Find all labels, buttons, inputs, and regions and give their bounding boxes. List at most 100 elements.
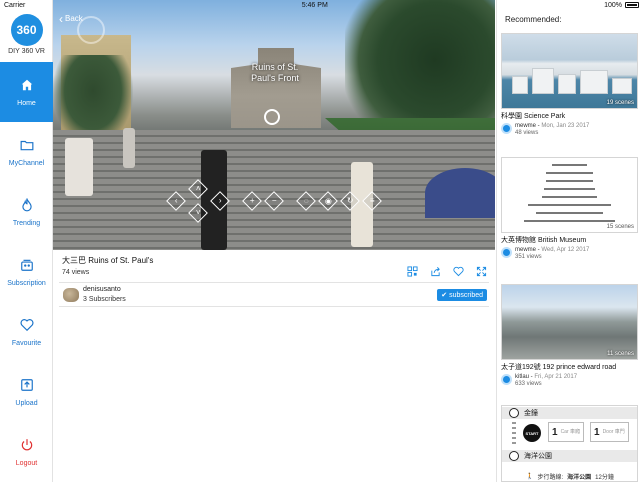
station-row: 海洋公園 [502, 450, 637, 462]
recommended-card[interactable]: 15 scenes 大英博物館 British Museum mewme - W… [501, 157, 638, 261]
qr-code-icon[interactable] [407, 266, 418, 277]
sidebar-item-mychannel[interactable]: MyChannel [0, 122, 53, 182]
thumb-text-line [552, 164, 587, 166]
scene-count: 15 scenes [606, 224, 634, 230]
author-name: mewme [515, 247, 537, 253]
chevron-left-icon: ‹ [59, 11, 63, 26]
card-title: 太子道192號 192 prince edward road [501, 364, 617, 371]
refresh-icon: ↻ [346, 195, 354, 205]
car-label: Car 車廂 [560, 429, 581, 435]
sidebar-item-subscription[interactable]: Subscription [0, 242, 53, 302]
card-date: Wed, Apr 12 2017 [541, 247, 590, 253]
scene-count: 19 scenes [606, 100, 634, 106]
station-circle-icon [509, 408, 519, 418]
hotspot-marker[interactable] [264, 109, 280, 125]
thumb-text-line [524, 220, 615, 222]
comment-icon: ◌ [303, 195, 309, 205]
thumb-building [512, 76, 528, 94]
station-row: 金鐘 [502, 407, 637, 419]
app-logo: 360 [10, 14, 43, 46]
walk-label: 步行路線: [537, 475, 564, 481]
station-name: 海洋公園 [524, 453, 552, 460]
author-avatar [501, 123, 512, 134]
walk-destination: 海洋公園 [567, 475, 592, 481]
subscribe-button[interactable]: ✔ subscribed [437, 289, 487, 301]
video-actions [407, 266, 487, 277]
route-dots [512, 422, 516, 444]
card-date: Fri, Apr 21 2017 [534, 374, 578, 380]
battery-status: 100% [604, 2, 639, 9]
video-title: 大三巴 Ruins of St. Paul's [62, 256, 154, 265]
sidebar-item-trending[interactable]: Trending [0, 182, 53, 242]
battery-percent: 100% [604, 1, 622, 9]
chevron-left-icon: ‹ [174, 195, 178, 205]
minus-icon: − [271, 195, 277, 205]
card-views: 633 views [515, 381, 542, 387]
sidebar-item-label: MyChannel [8, 159, 45, 167]
author-name: kitlau [515, 374, 530, 380]
divider [59, 306, 489, 307]
subscription-icon [20, 259, 33, 271]
thumb-building [532, 68, 554, 94]
thumb-text-line [536, 212, 603, 214]
sidebar-item-label: Home [17, 99, 36, 107]
walk-route: 🚶 步行路線: 海洋公園 12分鐘 [526, 472, 614, 481]
card-meta: mewme - Wed, Apr 12 2017 351 views [501, 247, 638, 261]
recommended-panel: Recommended: 19 scenes 科學園 Science Park … [496, 0, 643, 482]
door-label: Door 車門 [602, 429, 625, 435]
clock: 5:46 PM [301, 1, 328, 9]
share-icon[interactable] [430, 266, 441, 277]
chevron-down-icon: ˅ [195, 207, 201, 217]
card-title: 科學園 Science Park [501, 113, 566, 120]
recommended-card[interactable]: 11 scenes 太子道192號 192 prince edward road… [501, 284, 638, 388]
thumbnail: 19 scenes [501, 33, 638, 109]
recommended-card[interactable]: 19 scenes 科學園 Science Park mewme - Mon, … [501, 33, 638, 137]
thumb-text-line [542, 196, 597, 198]
back-label: Back [65, 14, 83, 23]
home-icon [21, 79, 32, 90]
thumb-text-line [544, 188, 595, 190]
back-button[interactable]: ‹ Back [59, 11, 83, 26]
sidebar-item-home[interactable]: Home [0, 62, 53, 122]
divider [59, 282, 489, 283]
thumbnail: 15 scenes [501, 157, 638, 233]
sidebar-item-logout[interactable]: Logout [0, 422, 53, 482]
subscriber-count: 3 Subscribers [83, 296, 126, 303]
heart-icon[interactable] [453, 266, 464, 277]
card-views: 351 views [515, 254, 542, 260]
thumb-text-line [546, 172, 593, 174]
video-info: 大三巴 Ruins of St. Paul's 74 views denisus… [53, 250, 495, 482]
station-name: 金鐘 [524, 410, 538, 417]
sidebar-item-upload[interactable]: Upload [0, 362, 53, 422]
hotspot-label: Ruins of St. Paul's Front [251, 62, 299, 83]
battery-icon [625, 2, 639, 8]
power-icon [21, 438, 32, 450]
sidebar-item-favourite[interactable]: Favourite [0, 302, 53, 362]
card-date: Mon, Jan 23 2017 [541, 123, 590, 129]
author-avatar [501, 247, 512, 258]
subscribe-label: subscribed [449, 291, 483, 299]
thumb-building [580, 70, 608, 94]
sidebar-item-label: Trending [12, 219, 41, 227]
author-avatar [501, 374, 512, 385]
carrier-label: Carrier [4, 1, 26, 9]
fullscreen-icon[interactable] [476, 266, 487, 277]
chevron-up-icon: ˄ [195, 183, 201, 193]
owner-name[interactable]: denisusanto [83, 286, 121, 293]
walk-duration: 12分鐘 [595, 475, 614, 481]
avatar[interactable] [63, 288, 79, 302]
sidebar: 360 DIY 360 VR Home MyChannel Trending S… [0, 0, 53, 482]
car-number: 1 [552, 426, 558, 438]
walk-icon: 🚶 [526, 474, 534, 480]
sidebar-item-label: Favourite [11, 339, 42, 347]
door-box: 1 Door 車門 [590, 422, 629, 442]
thumb-text-line [546, 180, 593, 182]
status-bar: Carrier 5:46 PM 100% [0, 0, 643, 10]
thumb-building [612, 78, 632, 94]
folder-icon [20, 140, 33, 150]
chevron-right-icon: › [218, 195, 222, 205]
brand[interactable]: 360 DIY 360 VR [0, 10, 53, 62]
recommended-card[interactable]: 金鐘 START 1 Car 車廂 1 Door 車門 海洋公園 🚶 步行路線:… [501, 405, 638, 482]
station-circle-icon [509, 451, 519, 461]
panorama-viewer[interactable]: ‹ Back Ruins of St. Paul's Front ‹ ˄ ˅ ›… [53, 0, 495, 250]
